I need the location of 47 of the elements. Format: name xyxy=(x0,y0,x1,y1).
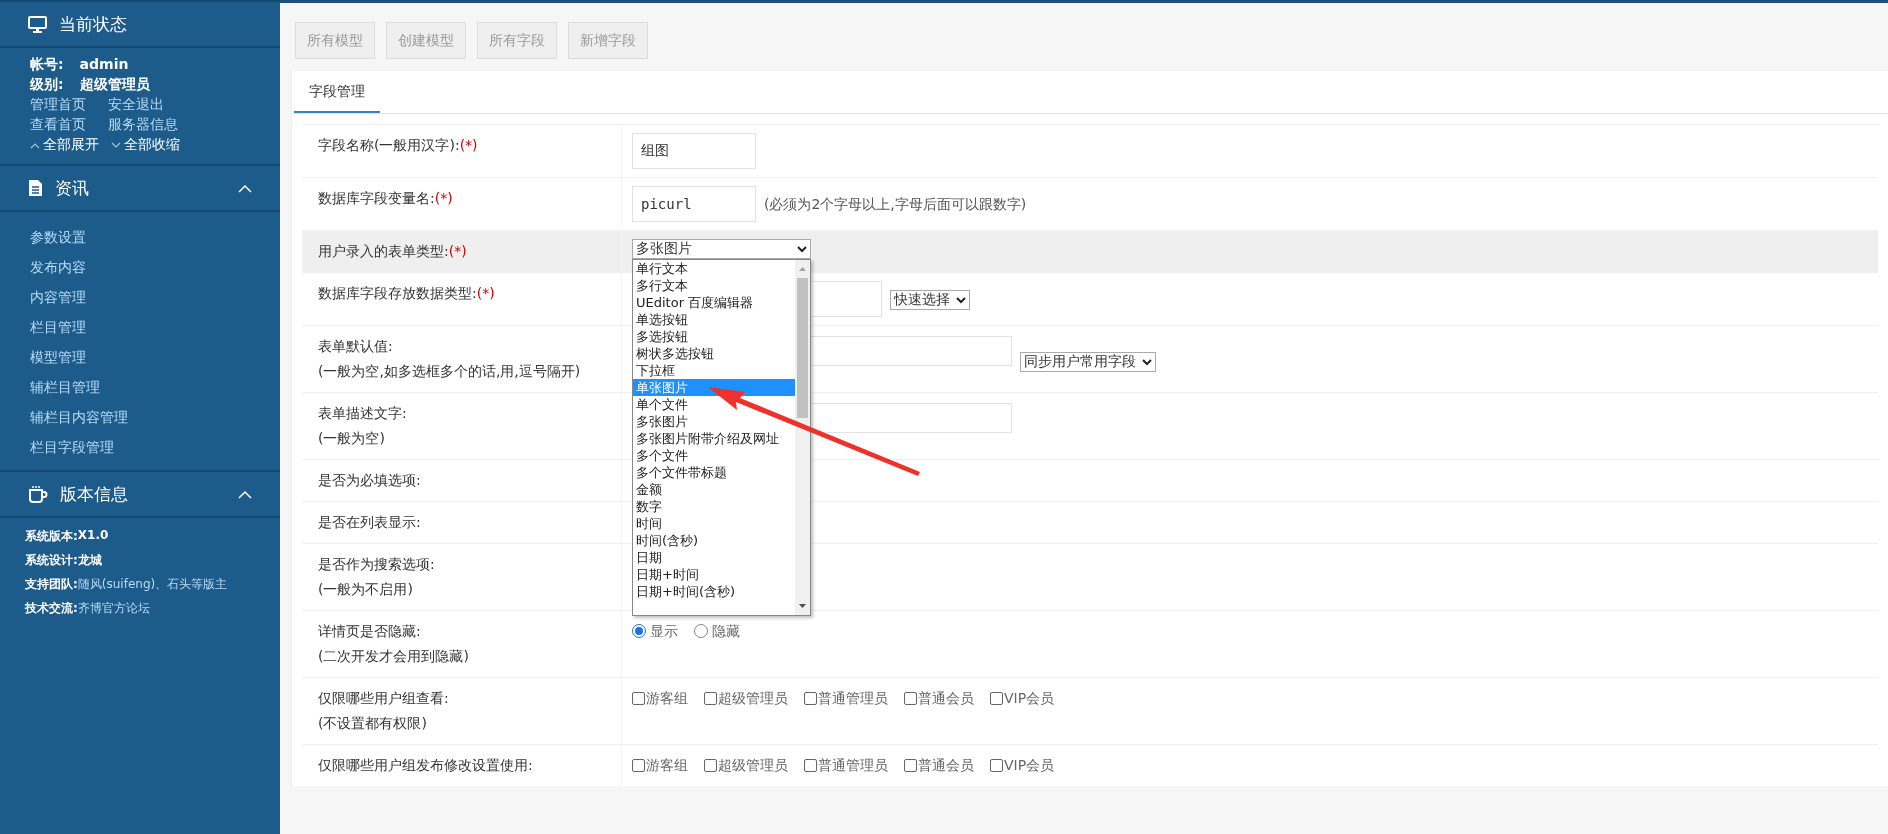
field-label: 详情页是否隐藏: xyxy=(318,623,421,639)
info-label: 级别: xyxy=(30,76,64,94)
radio-label: 隐藏 xyxy=(712,622,740,641)
field-hint: (一般为空,如多选框多个的话,用,逗号隔开) xyxy=(318,362,582,381)
field-label: 是否作为搜索选项: xyxy=(318,556,435,572)
field-hint: (一般为空) xyxy=(318,429,386,448)
field-label: 数据库字段存放数据类型: xyxy=(318,285,477,301)
checkbox-label: VIP会员 xyxy=(1004,756,1055,775)
info-label: 帐号: xyxy=(30,56,64,74)
checkbox-label: 超级管理员 xyxy=(718,689,788,708)
field-label: 是否为必填选项: xyxy=(318,472,421,488)
field-label: 仅限哪些用户组发布修改设置使用: xyxy=(318,757,533,773)
field-label: 仅限哪些用户组查看: xyxy=(318,690,449,706)
required-mark: (*) xyxy=(459,137,478,153)
info-label: 系统设计: xyxy=(25,552,78,569)
field-note: (必须为2个字母以上,字母后面可以跟数字) xyxy=(764,195,1027,214)
field-label: 表单描述文字: xyxy=(318,405,407,421)
checkbox-label: 普通管理员 xyxy=(818,756,888,775)
checkbox-label: 普通会员 xyxy=(918,756,974,775)
required-mark: (*) xyxy=(434,190,453,206)
checkbox-label: 超级管理员 xyxy=(718,756,788,775)
required-mark: (*) xyxy=(448,243,467,259)
radio-label: 显示 xyxy=(650,622,678,641)
checkbox-label: 普通会员 xyxy=(918,689,974,708)
checkbox-label: 普通管理员 xyxy=(818,689,888,708)
field-label: 表单默认值: xyxy=(318,338,393,354)
field-hint: (一般为不启用) xyxy=(318,580,414,599)
info-value: X1.0 xyxy=(77,528,109,544)
field-hint: (二次开发才会用到隐藏) xyxy=(318,647,470,666)
section-title: 当前状态 xyxy=(59,12,128,36)
section-title: 版本信息 xyxy=(60,482,129,506)
checkbox-label: 游客组 xyxy=(646,756,688,775)
field-label: 字段名称(一般用汉字): xyxy=(318,137,460,153)
checkbox-label: 游客组 xyxy=(646,689,688,708)
field-label: 用户录入的表单类型: xyxy=(318,243,449,259)
info-label: 技术交流: xyxy=(25,600,78,617)
field-label: 数据库字段变量名: xyxy=(318,190,435,206)
field-label: 是否在列表显示: xyxy=(318,514,421,530)
required-mark: (*) xyxy=(476,285,495,301)
info-value: admin xyxy=(79,56,129,74)
checkbox-label: VIP会员 xyxy=(1004,689,1055,708)
info-label: 支持团队: xyxy=(25,576,78,593)
info-label: 系统版本: xyxy=(25,528,78,545)
section-title: 资讯 xyxy=(55,176,90,200)
field-hint: (不设置都有权限) xyxy=(318,714,428,733)
info-value: 龙城 xyxy=(77,552,102,569)
info-value: 超级管理员 xyxy=(79,76,150,94)
